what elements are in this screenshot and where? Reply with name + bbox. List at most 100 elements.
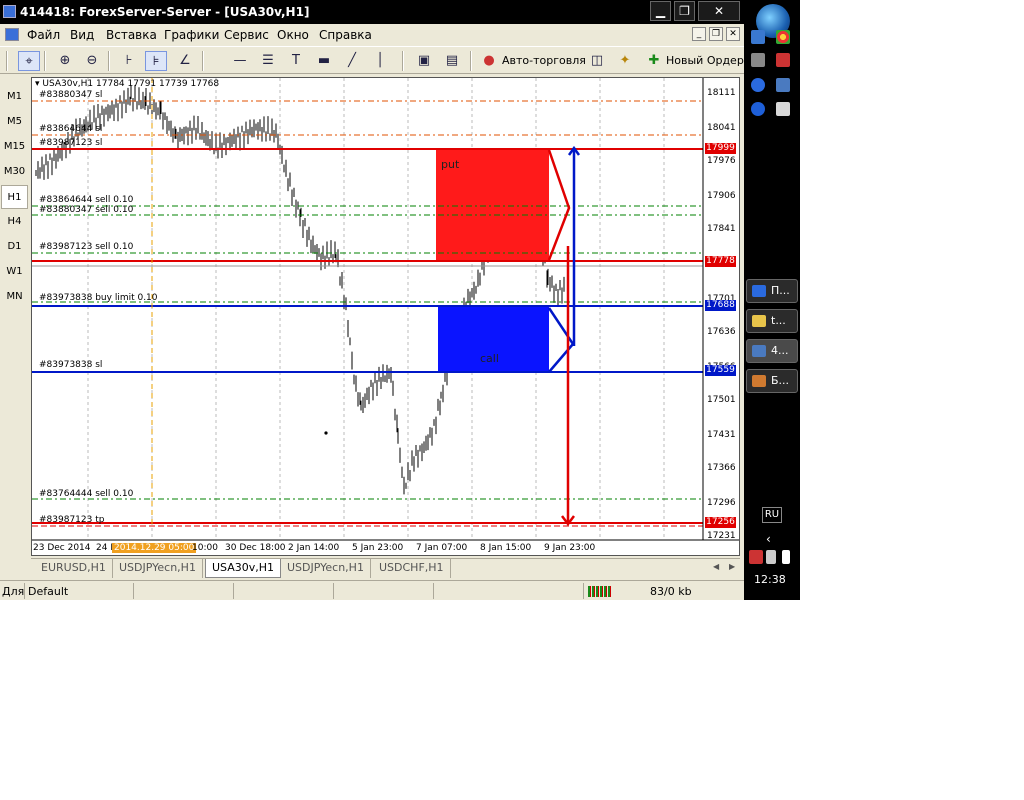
market-watch-icon[interactable]: ▣ xyxy=(413,51,435,71)
time-tick: 10:00 xyxy=(192,543,218,553)
order-label[interactable]: #83987123 sl xyxy=(39,138,102,148)
timeframe-mn[interactable]: MN xyxy=(1,285,28,309)
chrome-icon[interactable] xyxy=(776,30,790,44)
order-label[interactable]: #83987123 sell 0.10 xyxy=(39,242,133,252)
timeframe-m5[interactable]: M5 xyxy=(1,110,28,134)
menu-view[interactable]: Вид xyxy=(70,28,94,42)
rectangle-tool-icon[interactable]: ▬ xyxy=(313,51,335,71)
tab-usdjpyecn[interactable]: USDJPYecn,H1 xyxy=(113,559,203,578)
maximize-button[interactable]: ❐ xyxy=(674,1,695,21)
new-order-icon[interactable]: ✚ xyxy=(643,51,665,71)
window-title: 414418: ForexServer-Server - [USA30v,H1] xyxy=(20,5,310,19)
tab-eurusd[interactable]: EURUSD,H1 xyxy=(35,559,113,578)
language-indicator[interactable]: RU xyxy=(762,507,782,523)
zoom-out-icon[interactable]: ⊖ xyxy=(81,51,103,71)
taskbar-button-1[interactable]: П... xyxy=(746,279,798,303)
bluetooth-icon[interactable] xyxy=(751,102,765,116)
taskbar-button-label: П... xyxy=(771,284,790,297)
battery-icon[interactable] xyxy=(782,550,790,564)
timeframe-m1[interactable]: M1 xyxy=(1,85,28,109)
status-profile[interactable]: Default xyxy=(28,585,68,598)
quicklaunch-icon[interactable] xyxy=(751,30,765,44)
chart-shift-icon[interactable]: ⊦ xyxy=(118,51,140,71)
taskbar-button-2[interactable]: t... xyxy=(746,309,798,333)
taskbar-button-4[interactable]: Б... xyxy=(746,369,798,393)
price-tick: 17501 xyxy=(707,395,736,405)
horizontal-line-icon[interactable]: — xyxy=(229,51,251,71)
price-tag-17559: 17559 xyxy=(705,365,736,376)
calculator-icon[interactable] xyxy=(776,102,790,116)
menu-file[interactable]: Файл xyxy=(27,28,60,42)
vertical-line-icon[interactable]: │ xyxy=(369,51,391,71)
close-button[interactable]: ✕ xyxy=(698,1,740,21)
quicklaunch-icon-2[interactable] xyxy=(751,53,765,67)
menu-help[interactable]: Справка xyxy=(319,28,372,42)
zoom-in-icon[interactable]: ⊕ xyxy=(54,51,76,71)
autotrading-icon[interactable]: ● xyxy=(478,51,500,71)
taskbar-button-3[interactable]: 4... xyxy=(746,339,798,363)
tab-scroll-right-icon[interactable]: ▶ xyxy=(729,562,735,571)
order-label[interactable]: #83987123 tp xyxy=(39,515,104,525)
price-tick: 17906 xyxy=(707,191,736,201)
autoscroll-icon[interactable]: ⊧ xyxy=(145,51,167,71)
order-label[interactable]: #83864644 sl xyxy=(39,124,102,134)
tray-expand-icon[interactable]: ‹ xyxy=(766,532,771,546)
expert-icon[interactable]: ✦ xyxy=(614,51,636,71)
pdf-icon[interactable] xyxy=(749,550,763,564)
annotation-arrows xyxy=(547,145,581,527)
chart-header: ▾ USA30v,H1 17784 17791 17739 17768 xyxy=(35,79,219,89)
timeframe-h4[interactable]: H4 xyxy=(1,210,28,234)
menu-window[interactable]: Окно xyxy=(277,28,309,42)
indicators-icon[interactable]: ∠ xyxy=(174,51,196,71)
chart-area[interactable]: ▾ USA30v,H1 17784 17791 17739 17768 #838… xyxy=(31,77,740,556)
tab-usdchf[interactable]: USDCHF,H1 xyxy=(373,559,451,578)
toolbar-separator xyxy=(44,51,46,71)
mdi-restore-button[interactable]: ❐ xyxy=(709,27,723,41)
mdi-close-button[interactable]: ✕ xyxy=(726,27,740,41)
new-order-button[interactable]: Новый Ордер xyxy=(666,54,744,67)
status-divider xyxy=(133,583,134,599)
crosshair-icon[interactable]: ⌖ xyxy=(18,51,40,71)
timeframe-m30[interactable]: M30 xyxy=(1,160,28,184)
tab-usdjpyecn-2[interactable]: USDJPYecn,H1 xyxy=(281,559,371,578)
call-label: call xyxy=(480,352,499,365)
order-label[interactable]: #83973838 buy limit 0.10 xyxy=(39,293,158,303)
order-label[interactable]: #83880347 sl xyxy=(39,90,102,100)
order-label[interactable]: #83864644 sell 0.10 xyxy=(39,195,133,205)
mdi-minimize-button[interactable]: _ xyxy=(692,27,706,41)
timeframe-m15[interactable]: M15 xyxy=(1,135,28,159)
toolbar-separator xyxy=(202,51,204,71)
metatrader-icon[interactable] xyxy=(776,78,790,92)
status-divider xyxy=(433,583,434,599)
quicklaunch-icon-3[interactable] xyxy=(776,53,790,67)
status-divider xyxy=(233,583,234,599)
symbol-quote: USA30v,H1 17784 17791 17739 17768 xyxy=(42,79,220,89)
order-label[interactable]: #83764444 sell 0.10 xyxy=(39,489,133,499)
price-tick: 17231 xyxy=(707,531,736,541)
timeframe-h1[interactable]: H1 xyxy=(1,185,28,209)
order-label[interactable]: #83880347 sell 0.10 xyxy=(39,205,133,215)
menu-charts[interactable]: Графики xyxy=(164,28,219,42)
tab-scroll-left-icon[interactable]: ◀ xyxy=(713,562,719,571)
menu-insert[interactable]: Вставка xyxy=(106,28,157,42)
timeframe-d1[interactable]: D1 xyxy=(1,235,28,259)
price-tick: 17431 xyxy=(707,430,736,440)
meta-editor-icon[interactable]: ◫ xyxy=(586,51,608,71)
minimize-button[interactable]: ▁ xyxy=(650,1,671,21)
paint-icon xyxy=(752,375,766,387)
menu-tools[interactable]: Сервис xyxy=(224,28,269,42)
media-player-icon[interactable] xyxy=(751,78,765,92)
price-chart[interactable] xyxy=(32,78,739,555)
timeframe-w1[interactable]: W1 xyxy=(1,260,28,284)
autotrading-button[interactable]: Авто-торговля xyxy=(502,54,586,67)
tab-usa30v[interactable]: USA30v,H1 xyxy=(205,559,282,578)
media-icon xyxy=(752,285,766,297)
title-bar[interactable]: 414418: ForexServer-Server - [USA30v,H1]… xyxy=(0,0,744,24)
fibonacci-icon[interactable]: ☰ xyxy=(257,51,279,71)
time-tick: 5 Jan 23:00 xyxy=(352,543,404,553)
volume-icon[interactable] xyxy=(766,550,776,564)
trendline-tool-icon[interactable]: ╱ xyxy=(341,51,363,71)
text-tool-icon[interactable]: T xyxy=(285,51,307,71)
navigator-icon[interactable]: ▤ xyxy=(441,51,463,71)
order-label[interactable]: #83973838 sl xyxy=(39,360,102,370)
